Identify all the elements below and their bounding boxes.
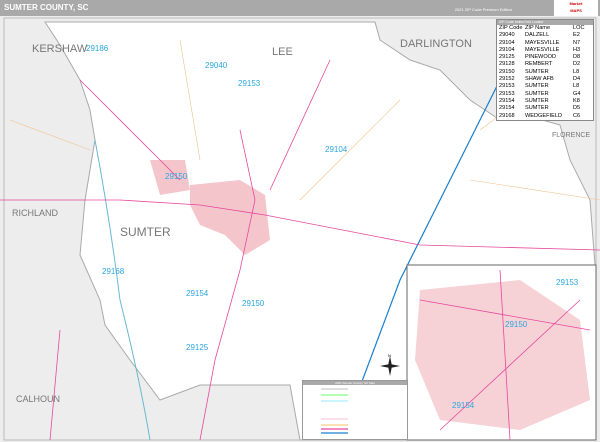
table-cell: N7 [573,39,581,46]
county-label: DARLINGTON [400,38,472,50]
table-cell: D8 [573,54,581,61]
table-cell: SHAW AFB [525,76,554,83]
table-row: 29125 PINEWOOD D8 [497,54,593,61]
table-row: 29104 MAYESVILLE H3 [497,47,593,54]
table-cell: 29150 [499,68,515,75]
zip-label: 29104 [325,145,348,154]
table-row: 29104 MAYESVILLE N7 [497,40,593,47]
table-row: 29154 SUMTER D5 [497,105,593,112]
map-legend: 2021 Sumter County, SC Map [302,380,408,440]
table-row: 29154 SUMTER K8 [497,98,593,105]
table-cell: WEDGEFIELD [525,112,562,119]
table-cell: 29152 [499,76,515,83]
zip-label: 29150 [505,320,528,329]
map-title: SUMTER COUNTY, SC [4,3,89,12]
table-cell: 29125 [499,54,515,61]
zip-label: 29153 [238,79,261,88]
table-cell: 29104 [499,39,515,46]
table-row: 29152 SHAW AFB D4 [497,76,593,83]
table-cell: 29153 [499,83,515,90]
edition-label: 2021 ZIP Code Premium Edition [454,7,512,12]
table-cell: SUMTER [525,83,549,90]
zip-index-table: ZIP Code Index/Grid Locator ZIP Code ZIP … [496,19,594,121]
table-cell: PINEWOOD [525,54,557,61]
table-cell: SUMTER [525,105,549,112]
zip-label: 29186 [86,44,109,53]
zip-label: 29125 [186,343,209,352]
table-cell: H3 [573,46,581,53]
table-cell: 29040 [499,32,515,39]
svg-text:N: N [388,353,391,358]
table-row: 29168 WEDGEFIELD C6 [497,113,593,120]
table-cell: 29128 [499,61,515,68]
zip-label: 29154 [452,401,475,410]
county-label: LEE [272,46,293,58]
table-cell: D5 [573,105,581,112]
table-row: 29150 SUMTER L8 [497,69,593,76]
table-cell: 29168 [499,112,515,119]
header-bar: SUMTER COUNTY, SC 2021 ZIP Code Premium … [0,0,600,16]
table-cell: 29104 [499,46,515,53]
table-cell: DALZELL [525,32,550,39]
zip-label: 29150 [165,172,188,181]
table-cell: 29154 [499,105,515,112]
table-row: 29128 REMBERT D2 [497,61,593,68]
county-label: SUMTER [120,225,171,239]
zip-label: 29168 [102,267,125,276]
table-row: 29040 DALZELL E2 [497,32,593,39]
table-cell: SUMTER [525,90,549,97]
table-cell: D2 [573,61,581,68]
table-cell: SUMTER [525,97,549,104]
table-header: ZIP Code ZIP Name LOC [499,25,585,31]
county-label: RICHLAND [12,208,59,218]
county-label: CALHOUN [16,394,60,404]
table-row: 29153 SUMTER G4 [497,91,593,98]
table-cell: K8 [573,97,580,104]
table-cell: D4 [573,76,581,83]
logo: Market MAPS [554,0,598,16]
county-label: FLORENCE [552,132,590,139]
zip-label: 29154 [186,289,209,298]
zip-label: 29150 [242,299,265,308]
table-cell: L8 [573,83,580,90]
table-cell: G4 [573,90,581,97]
table-cell: MAYESVILLE [525,39,560,46]
table-cell: 29154 [499,97,515,104]
table-row: 29153 SUMTER L8 [497,83,593,90]
table-cell: MAYESVILLE [525,46,560,53]
table-cell: 29153 [499,90,515,97]
table-cell: L8 [573,68,580,75]
table-cell: C6 [573,112,581,119]
table-cell: REMBERT [525,61,553,68]
table-cell: E2 [573,32,580,39]
county-label: KERSHAW [32,43,88,55]
table-cell: SUMTER [525,68,549,75]
zip-label: 29040 [205,61,228,70]
zip-label: 29153 [556,278,579,287]
